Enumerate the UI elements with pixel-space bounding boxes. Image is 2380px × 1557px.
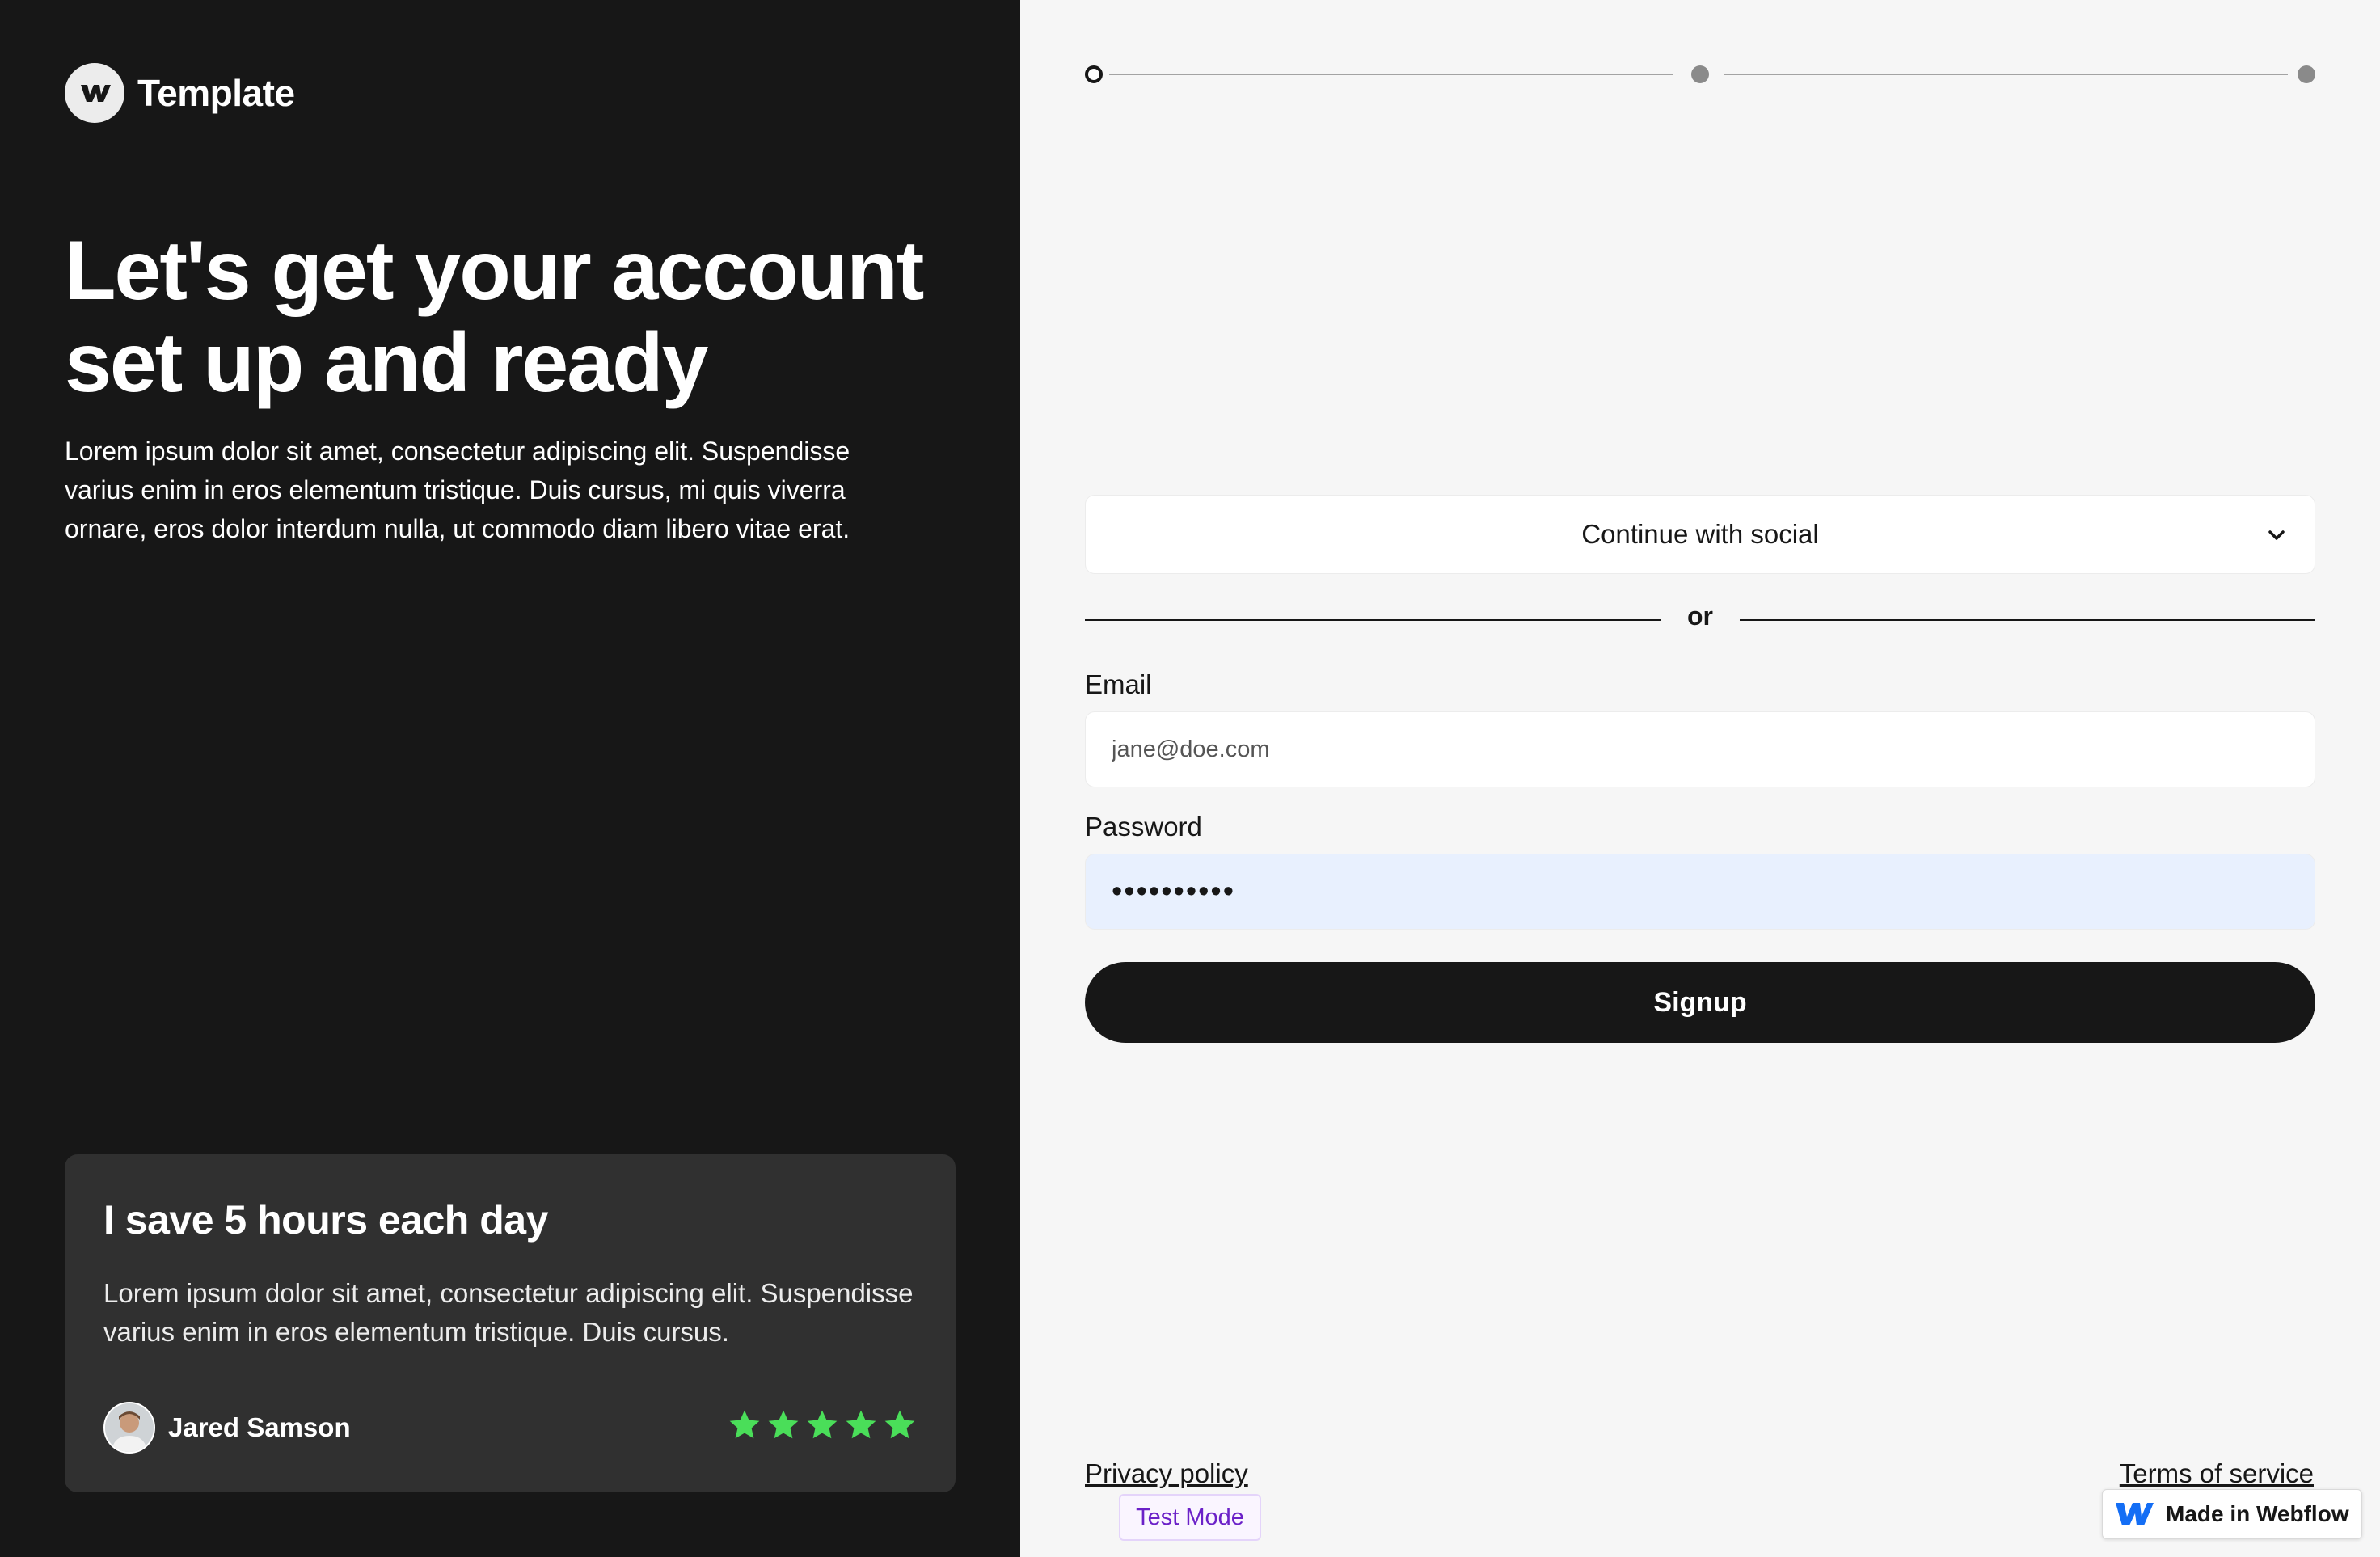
- step-3: [2298, 65, 2315, 83]
- testimonial-card: I save 5 hours each day Lorem ipsum dolo…: [65, 1154, 956, 1492]
- divider-text: or: [1687, 601, 1713, 631]
- password-field[interactable]: [1085, 854, 2315, 930]
- author-name: Jared Samson: [168, 1412, 351, 1442]
- hero-description: Lorem ipsum dolor sit amet, consectetur …: [65, 437, 850, 543]
- left-panel: Template Let's get your account set up a…: [0, 0, 1020, 1557]
- brand-name: Template: [137, 72, 295, 114]
- star-icon: [768, 1410, 799, 1439]
- continue-with-social-button[interactable]: Continue with social: [1085, 495, 2315, 574]
- avatar: [103, 1402, 155, 1454]
- brand[interactable]: Template: [65, 63, 295, 123]
- password-label: Password: [1085, 812, 1202, 842]
- chevron-down-icon: [2268, 530, 2285, 540]
- star-icon: [846, 1410, 876, 1439]
- social-button-label: Continue with social: [1581, 519, 1819, 549]
- made-in-webflow-badge[interactable]: Made in Webflow: [2102, 1489, 2362, 1539]
- test-mode-badge: Test Mode: [1119, 1494, 1261, 1541]
- email-label: Email: [1085, 669, 1152, 699]
- step-1-current: [1085, 65, 1103, 83]
- webflow-badge-label: Made in Webflow: [2166, 1501, 2349, 1526]
- terms-of-service-link[interactable]: Terms of service: [2120, 1458, 2314, 1489]
- or-divider: or: [1085, 601, 2315, 642]
- testimonial-text: Lorem ipsum dolor sit amet, consectetur …: [103, 1278, 914, 1347]
- testimonial-author: Jared Samson: [103, 1402, 351, 1454]
- progress-stepper: [1085, 63, 2317, 86]
- page-title: Let's get your account set up and ready: [65, 224, 924, 410]
- divider-line: [1740, 619, 2315, 621]
- webflow-w-icon: [65, 63, 124, 123]
- star-icon: [729, 1410, 760, 1439]
- email-field[interactable]: [1085, 711, 2315, 787]
- webflow-logo-icon: [2116, 1503, 2154, 1525]
- step-2: [1691, 65, 1709, 83]
- progress-line: [1109, 74, 1673, 75]
- star-rating: [728, 1408, 917, 1442]
- star-icon: [884, 1410, 915, 1439]
- progress-line: [1724, 74, 2288, 75]
- signup-button[interactable]: Signup: [1085, 962, 2315, 1043]
- star-icon: [807, 1410, 838, 1439]
- privacy-policy-link[interactable]: Privacy policy: [1085, 1458, 1248, 1489]
- testimonial-title: I save 5 hours each day: [103, 1197, 548, 1243]
